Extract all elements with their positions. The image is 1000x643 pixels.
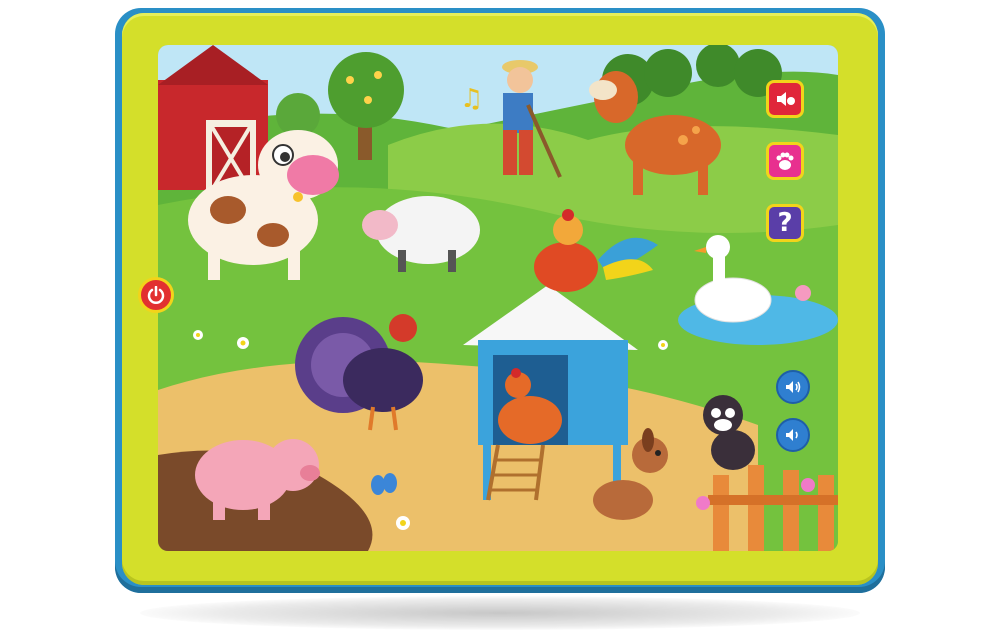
paw-icon [776,152,794,170]
power-button[interactable] [138,277,174,313]
music-note-icon: ♫ [460,84,484,114]
help-label: ? [777,208,793,238]
farm-scene-screen[interactable] [158,45,838,551]
volume-down-icon [786,429,798,441]
volume-down-button[interactable] [776,418,810,452]
speaker-bird-icon [777,92,795,106]
power-icon [147,286,165,304]
volume-up-icon [786,381,801,393]
animal-sounds-button[interactable] [766,80,804,118]
animals-button[interactable] [766,142,804,180]
device-shadow [140,596,860,630]
help-button[interactable]: ? [766,204,804,242]
farm-illustration [158,45,838,551]
volume-up-button[interactable] [776,370,810,404]
